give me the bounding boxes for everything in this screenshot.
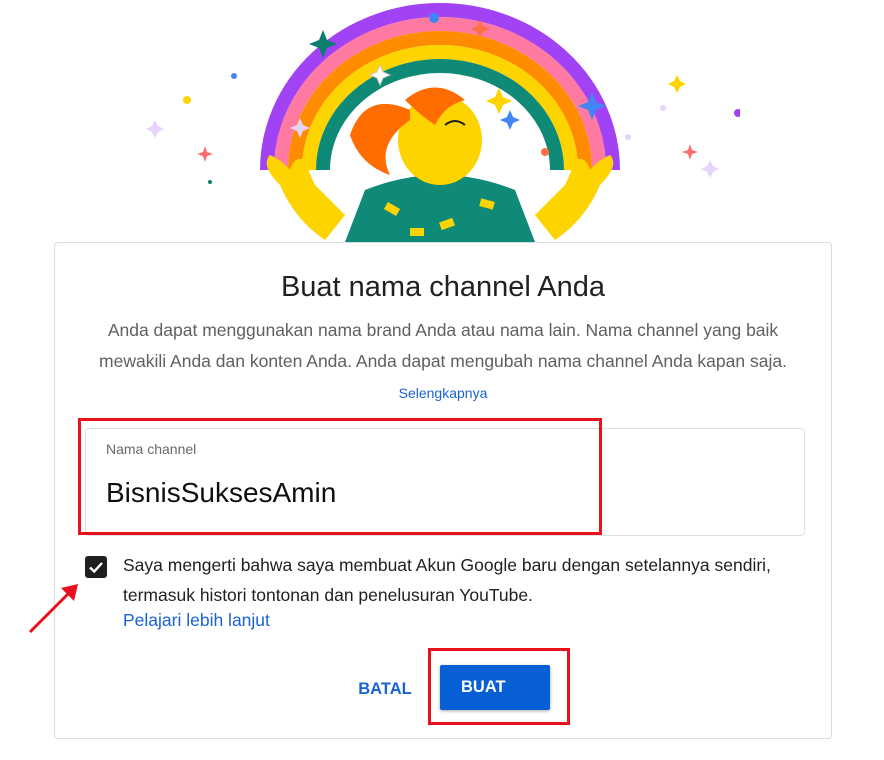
checkmark-icon	[89, 562, 103, 574]
consent-text: Saya mengerti bahwa saya membuat Akun Go…	[123, 555, 771, 605]
cancel-button[interactable]: BATAL	[345, 666, 425, 712]
highlight-box-channel-name	[78, 418, 602, 535]
annotation-arrow	[28, 584, 78, 634]
highlight-box-create-button	[428, 648, 570, 725]
learn-more-link-inline[interactable]: Selengkapnya	[399, 385, 488, 401]
hero-illustration	[146, 3, 740, 242]
dialog-title: Buat nama channel Anda	[280, 271, 606, 303]
dialog-description: Anda dapat menggunakan nama brand Anda a…	[95, 315, 791, 409]
consent-checkbox[interactable]	[85, 556, 107, 578]
learn-more-link[interactable]: Pelajari lebih lanjut	[123, 610, 270, 631]
description-text: Anda dapat menggunakan nama brand Anda a…	[99, 320, 787, 371]
